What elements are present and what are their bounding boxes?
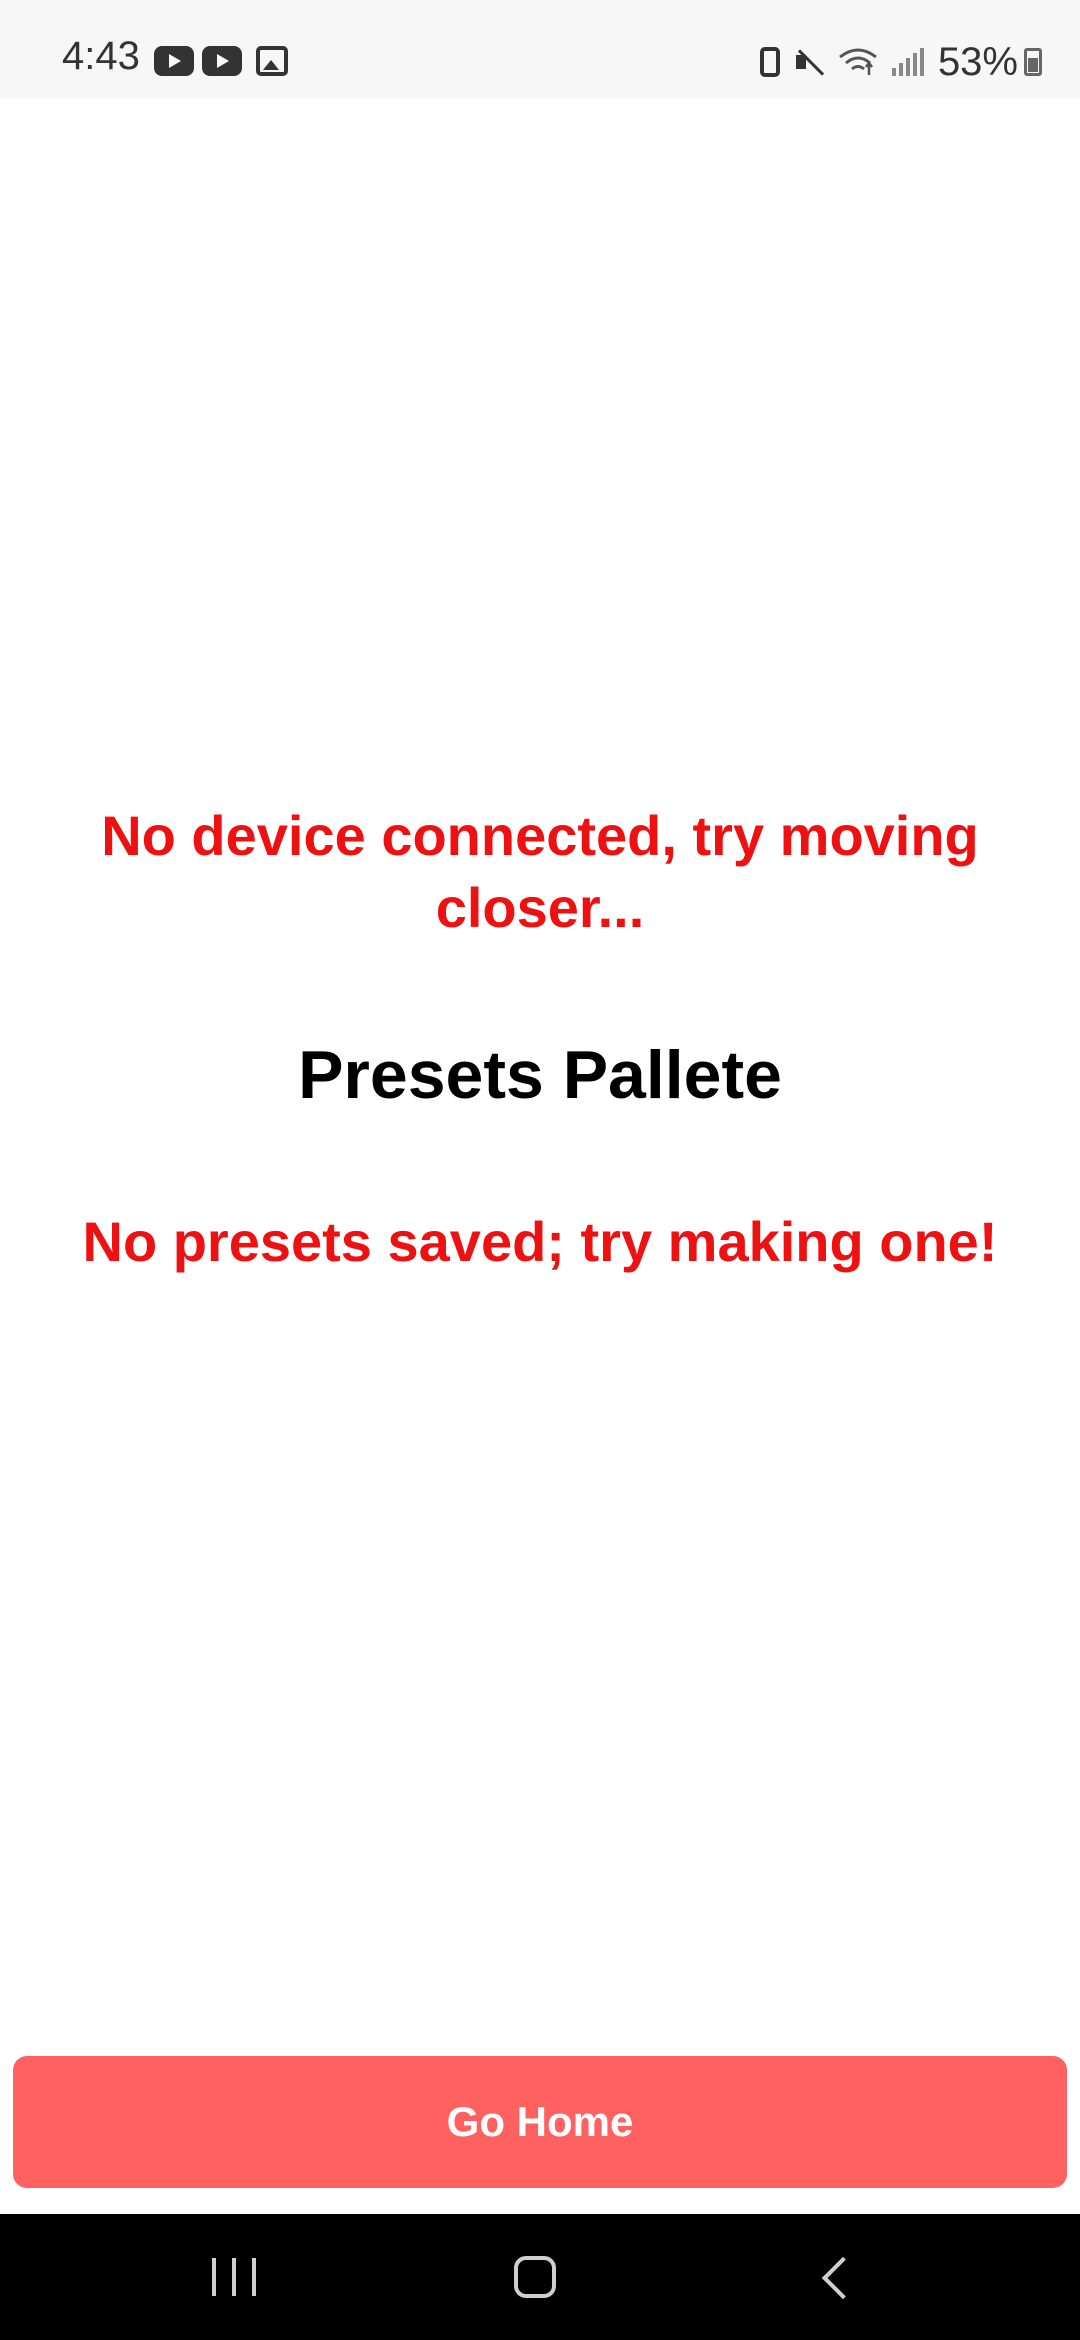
- recents-icon[interactable]: [212, 2258, 256, 2298]
- status-time: 4:43: [62, 34, 140, 78]
- mute-icon: [794, 47, 824, 77]
- presets-screen: 4:43 53% No device connected, try moving…: [0, 0, 1080, 2340]
- navigation-bar: [0, 2214, 1080, 2340]
- battery-saver-icon: [759, 47, 780, 77]
- battery-icon: [1024, 48, 1042, 76]
- status-bar: 4:43 53%: [0, 0, 1080, 98]
- back-icon[interactable]: [821, 2256, 865, 2300]
- system-icons: 53%: [759, 40, 1042, 84]
- youtube-icon: [154, 46, 194, 76]
- go-home-button[interactable]: Go Home: [13, 2056, 1067, 2188]
- empty-presets-message: No presets saved; try making one!: [82, 1210, 998, 1273]
- youtube-icon: [202, 46, 242, 76]
- home-icon[interactable]: [514, 2256, 556, 2298]
- wifi-icon: [838, 47, 878, 77]
- page-title: Presets Pallete: [298, 1037, 782, 1113]
- connection-status-message: No device connected, try moving closer..…: [101, 804, 979, 939]
- notification-icons: [154, 46, 288, 76]
- signal-icon: [891, 48, 924, 76]
- battery-percent: 53%: [937, 40, 1018, 84]
- gallery-icon: [256, 46, 288, 76]
